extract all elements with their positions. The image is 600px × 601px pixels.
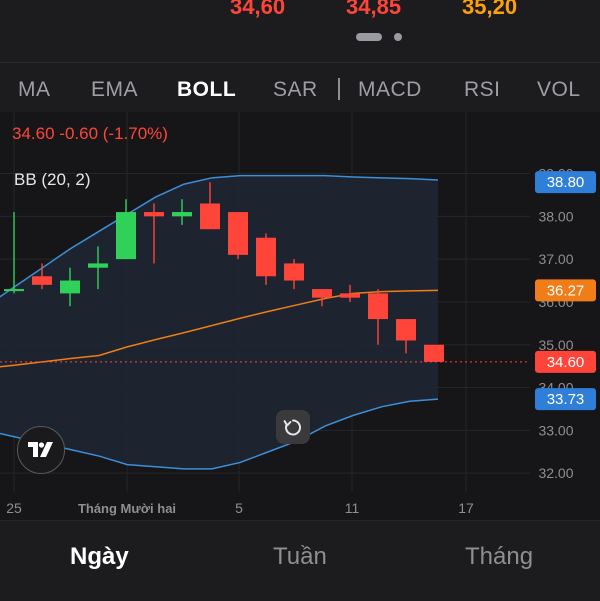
candle-body <box>312 289 332 298</box>
tab-macd[interactable]: MACD <box>358 78 422 102</box>
period-tab-month[interactable]: Tháng <box>465 543 533 571</box>
refresh-icon <box>283 419 302 436</box>
candle-body <box>256 237 276 277</box>
page-indicator[interactable] <box>356 33 406 41</box>
tab-separator <box>338 78 340 100</box>
candle-body <box>396 319 416 341</box>
candle-body <box>144 212 164 217</box>
x-axis-tick-label: Tháng Mười hai <box>78 501 176 516</box>
period-tab-week[interactable]: Tuần <box>273 543 327 571</box>
candle-body <box>4 289 24 292</box>
quote-value-1: 34,60 <box>230 0 286 19</box>
reset-zoom-button[interactable] <box>276 410 310 444</box>
tab-ema[interactable]: EMA <box>91 78 138 102</box>
period-tabs: Ngày Tuần Tháng <box>0 520 600 601</box>
price-badge: 34.60 <box>535 350 596 373</box>
price-badge-label: 36.27 <box>547 282 585 299</box>
y-axis-tick-label: 35.00 <box>538 337 573 353</box>
candle-body <box>172 212 192 217</box>
quote-summary: 34,60 34,85 35,20 <box>0 0 600 22</box>
price-badge-label: 33.73 <box>547 391 585 408</box>
candle-body <box>368 293 388 320</box>
x-axis-tick-label: 17 <box>458 500 474 516</box>
divider <box>0 62 600 63</box>
candle-body <box>340 293 360 298</box>
candle-body <box>284 263 304 281</box>
tab-ma[interactable]: MA <box>18 78 51 102</box>
y-axis-tick-label: 32.00 <box>538 465 573 481</box>
price-badge-label: 34.60 <box>547 354 585 371</box>
candle-body <box>60 280 80 294</box>
period-tab-day[interactable]: Ngày <box>70 543 129 571</box>
page-indicator-dot <box>394 33 402 41</box>
candle-body <box>228 212 248 255</box>
quote-value-3: 35,20 <box>462 0 518 19</box>
candle-body <box>200 203 220 230</box>
x-axis-tick-label: 11 <box>345 500 360 516</box>
tab-boll[interactable]: BOLL <box>177 78 236 102</box>
tab-vol[interactable]: VOL <box>537 78 581 102</box>
page-indicator-active-dot <box>356 33 382 41</box>
quote-value-2: 34,85 <box>346 0 402 19</box>
price-change-percent: (-1.70%) <box>102 124 168 143</box>
tradingview-logo-icon <box>28 442 53 457</box>
y-axis-tick-label: 33.00 <box>538 422 573 438</box>
price-badge: 33.73 <box>535 388 596 411</box>
tradingview-logo[interactable] <box>17 426 65 474</box>
candle-body <box>88 263 108 268</box>
candle-body <box>116 212 136 260</box>
x-axis-tick-label: 25 <box>6 500 22 516</box>
y-axis-tick-label: 37.00 <box>538 251 573 267</box>
indicator-tabs: MA EMA BOLL SAR MACD RSI VOL <box>0 66 600 112</box>
tab-sar[interactable]: SAR <box>273 78 318 102</box>
price-change-value: -0.60 <box>59 124 99 143</box>
x-axis-tick-label: 5 <box>235 500 243 516</box>
price-info: 34.60 -0.60 (-1.70%) <box>12 124 168 144</box>
last-price-value: 34.60 <box>12 124 55 143</box>
price-badge: 38.80 <box>535 171 596 194</box>
candle-body <box>32 276 52 285</box>
price-badge: 36.27 <box>535 279 596 302</box>
candle-body <box>424 344 444 362</box>
price-badge-label: 38.80 <box>547 174 585 191</box>
tab-rsi[interactable]: RSI <box>464 78 501 102</box>
y-axis-tick-label: 38.00 <box>538 208 573 224</box>
indicator-label: BB (20, 2) <box>14 170 91 189</box>
